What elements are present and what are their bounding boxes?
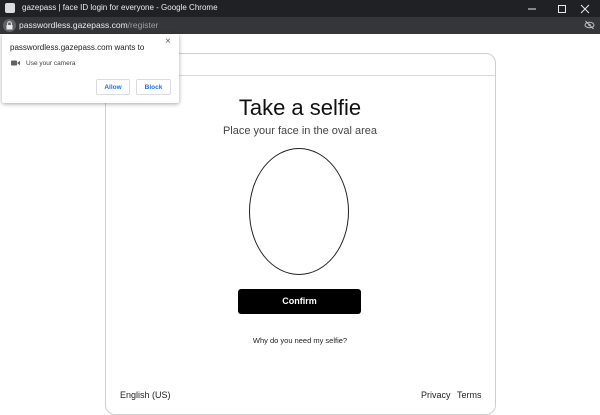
maximize-icon (558, 5, 566, 13)
confirm-button[interactable]: Confirm (238, 289, 361, 314)
popup-close-button[interactable]: × (165, 37, 171, 47)
window-titlebar: gazepass | face ID login for everyone - … (0, 0, 600, 17)
language-selector[interactable]: English (US) (120, 389, 171, 401)
permission-popup: passwordless.gazepass.com wants to × Use… (2, 34, 179, 103)
window-title: gazepass | face ID login for everyone - … (22, 3, 218, 12)
camera-request-label: Use your camera (26, 60, 76, 67)
allow-button[interactable]: Allow (96, 79, 130, 95)
url-host: passwordless.gazepass.com (19, 20, 128, 30)
site-info-button[interactable] (3, 19, 16, 32)
app-icon (5, 3, 15, 13)
address-bar[interactable]: passwordless.gazepass.com/register (0, 17, 600, 34)
minimize-button[interactable] (517, 0, 547, 17)
why-selfie-link[interactable]: Why do you need my selfie? (0, 336, 600, 346)
terms-link[interactable]: Terms (457, 389, 482, 401)
close-window-button[interactable] (570, 0, 600, 17)
face-oval-guide (249, 148, 349, 275)
permission-message: passwordless.gazepass.com wants to (10, 43, 145, 52)
block-button[interactable]: Block (136, 79, 171, 95)
url-text[interactable]: passwordless.gazepass.com/register (19, 20, 158, 31)
privacy-link[interactable]: Privacy (421, 389, 451, 401)
page-subtitle: Place your face in the oval area (222, 125, 378, 137)
minimize-icon (528, 8, 536, 10)
eye-off-icon[interactable] (584, 20, 595, 30)
camera-icon (11, 60, 20, 66)
lock-icon (6, 21, 13, 30)
close-icon (580, 4, 590, 14)
url-path: /register (127, 20, 159, 30)
